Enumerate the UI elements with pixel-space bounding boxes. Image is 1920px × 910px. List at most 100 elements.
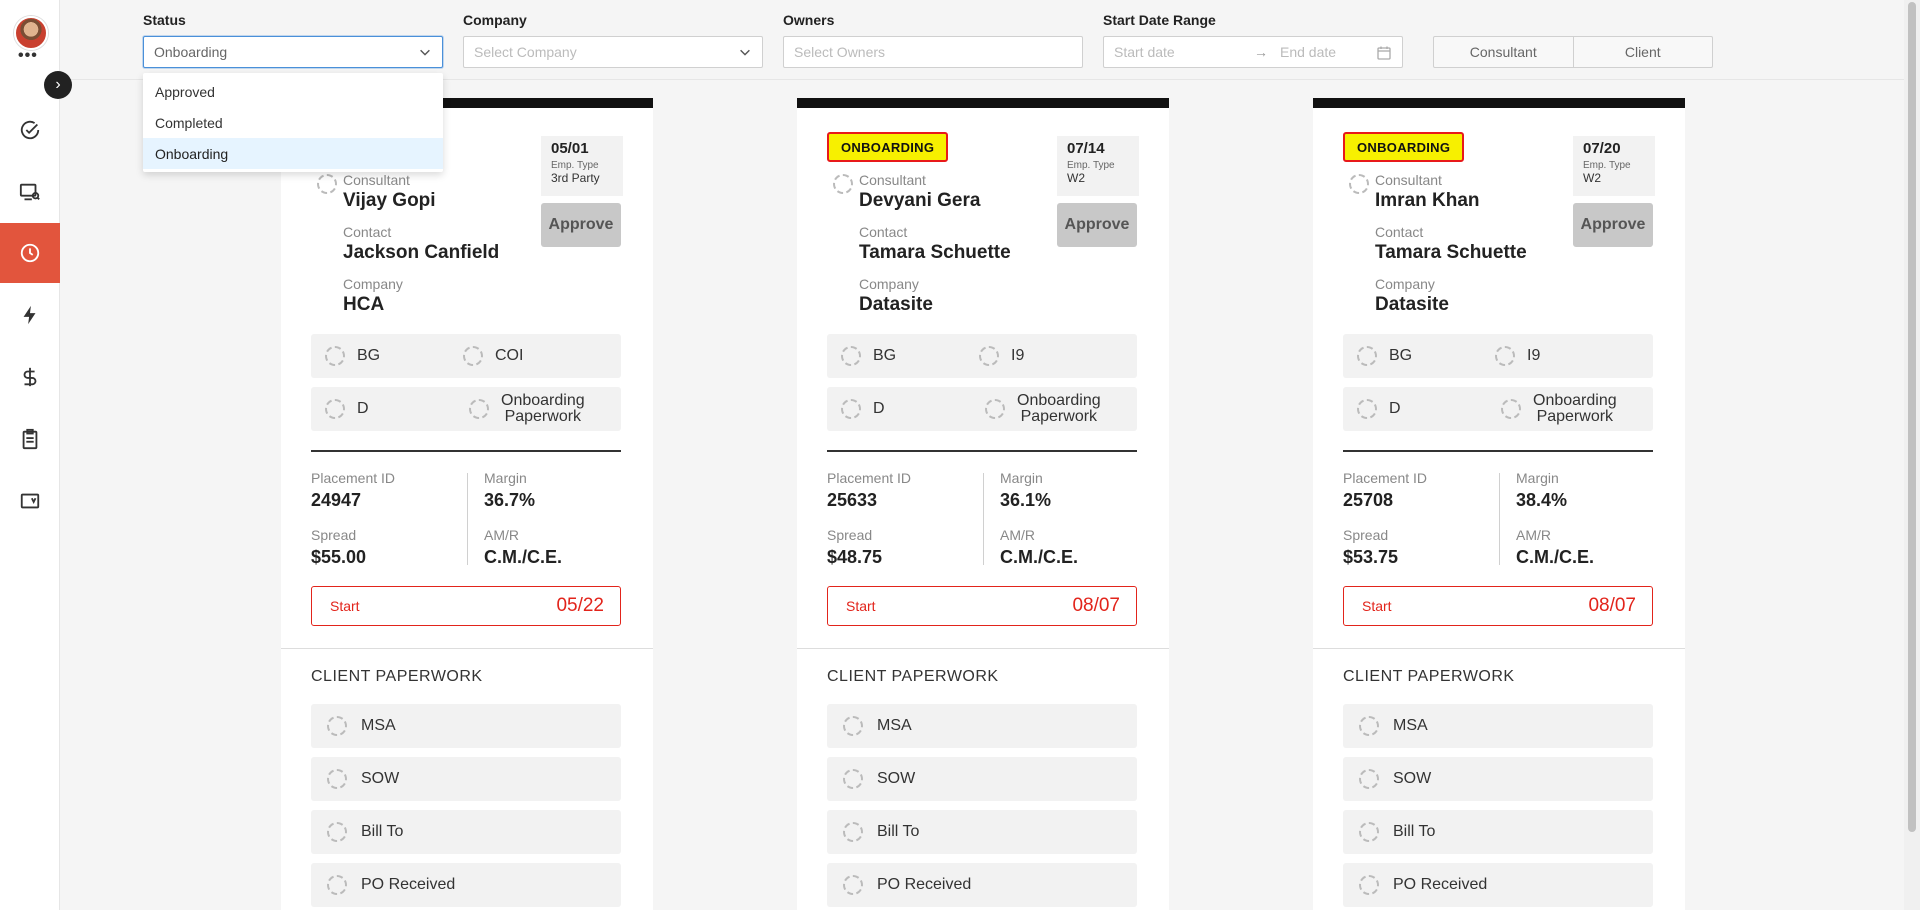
nav-billing[interactable]: [0, 347, 60, 407]
owners-select-placeholder: Select Owners: [794, 44, 886, 60]
book-icon: [20, 493, 40, 509]
checklist-row: BG I9: [1343, 334, 1653, 378]
status-select[interactable]: Onboarding: [143, 36, 443, 68]
check-circle-icon: [843, 875, 863, 895]
placement-card[interactable]: ONBOARDING 07/20 Emp. Type W2 Approve Co…: [1313, 98, 1685, 910]
more-options-icon[interactable]: •••: [18, 48, 38, 64]
checklist-row: BG I9: [827, 334, 1137, 378]
check-item-bg[interactable]: BG: [325, 334, 380, 378]
consultant-name: Devyani Gera: [859, 190, 981, 211]
check-circle-icon: [463, 346, 483, 366]
paperwork-label: MSA: [361, 717, 396, 734]
consultant-check-icon[interactable]: [833, 174, 853, 194]
check-item[interactable]: COI: [463, 334, 523, 378]
check-item-d[interactable]: D: [1357, 387, 1401, 431]
approve-button[interactable]: Approve: [1573, 203, 1653, 247]
check-label: BG: [873, 347, 897, 364]
check-item[interactable]: I9: [1495, 334, 1540, 378]
lightning-icon: [23, 305, 36, 325]
owners-select[interactable]: Select Owners: [783, 36, 1083, 68]
check-item-bg[interactable]: BG: [841, 334, 896, 378]
paperwork-item-po-received[interactable]: PO Received: [827, 863, 1137, 907]
status-option-approved[interactable]: Approved: [143, 76, 443, 107]
paperwork-label: SOW: [1393, 770, 1432, 787]
nav-actions[interactable]: [0, 285, 60, 345]
consultant-check-icon[interactable]: [1349, 174, 1369, 194]
date-box: 07/20 Emp. Type W2: [1573, 136, 1655, 196]
clock-icon: [20, 243, 40, 263]
scrollbar-thumb[interactable]: [1908, 2, 1916, 832]
consultant-check-icon[interactable]: [317, 174, 337, 194]
placement-card[interactable]: ONBOARDING 05/01 Emp. Type 3rd Party App…: [281, 98, 653, 910]
checklist-row: D Onboarding Paperwork: [1343, 387, 1653, 431]
calendar-icon: [1377, 46, 1391, 60]
paperwork-item-msa[interactable]: MSA: [311, 704, 621, 748]
nav-timesheets[interactable]: [0, 223, 60, 283]
placement-id-label: Placement ID: [1343, 470, 1428, 486]
check-item-onboarding-paperwork[interactable]: Onboarding Paperwork: [1501, 387, 1617, 431]
status-select-value: Onboarding: [154, 44, 228, 60]
chevron-down-icon: [420, 49, 430, 56]
user-avatar[interactable]: [14, 16, 48, 50]
contact-name: Jackson Canfield: [343, 242, 500, 263]
date-range-arrow: →: [1254, 44, 1268, 60]
paperwork-label: SOW: [361, 770, 400, 787]
paperwork-item-bill-to[interactable]: Bill To: [827, 810, 1137, 854]
paperwork-item-sow[interactable]: SOW: [827, 757, 1137, 801]
paperwork-item-msa[interactable]: MSA: [1343, 704, 1653, 748]
check-circle-icon: [843, 769, 863, 789]
end-date-input[interactable]: End date: [1280, 44, 1336, 60]
status-option-completed[interactable]: Completed: [143, 107, 443, 138]
start-date-value: 08/07: [1072, 595, 1120, 616]
check-item-d[interactable]: D: [841, 387, 885, 431]
status-dropdown-menu: Approved Completed Onboarding: [143, 73, 443, 172]
paperwork-item-bill-to[interactable]: Bill To: [311, 810, 621, 854]
consultant-label: Consultant: [343, 172, 410, 188]
paperwork-item-sow[interactable]: SOW: [311, 757, 621, 801]
amr-value: C.M./C.E.: [484, 547, 563, 567]
emp-type-value: W2: [1583, 171, 1601, 185]
check-circle-icon: [843, 716, 863, 736]
consultant-name: Imran Khan: [1375, 190, 1480, 211]
paperwork-item-po-received[interactable]: PO Received: [311, 863, 621, 907]
contact-label: Contact: [859, 224, 908, 240]
nav-docs[interactable]: [0, 471, 60, 531]
start-date-input[interactable]: Start date: [1114, 44, 1234, 60]
check-item-d[interactable]: D: [325, 387, 369, 431]
check-item-onboarding-paperwork[interactable]: Onboarding Paperwork: [985, 387, 1101, 431]
company-select[interactable]: Select Company: [463, 36, 763, 68]
check-item[interactable]: I9: [979, 334, 1024, 378]
margin-value: 38.4%: [1516, 490, 1568, 510]
consultant-name: Vijay Gopi: [343, 190, 436, 211]
nav-tasks[interactable]: [0, 100, 60, 160]
check-item-bg[interactable]: BG: [1357, 334, 1412, 378]
paperwork-label: MSA: [1393, 717, 1428, 734]
check-label: D: [357, 400, 369, 417]
check-circle-icon: [1501, 399, 1521, 419]
paperwork-label: MSA: [877, 717, 912, 734]
placement-card[interactable]: ONBOARDING 07/14 Emp. Type W2 Approve Co…: [797, 98, 1169, 910]
company-label: Company: [1375, 276, 1435, 292]
paperwork-item-msa[interactable]: MSA: [827, 704, 1137, 748]
check-item-onboarding-paperwork[interactable]: Onboarding Paperwork: [469, 387, 585, 431]
approve-button[interactable]: Approve: [541, 203, 621, 247]
status-option-onboarding[interactable]: Onboarding: [143, 138, 443, 169]
expand-sidebar-button[interactable]: ›: [44, 71, 72, 99]
amr-label: AM/R: [1000, 527, 1035, 543]
paperwork-item-sow[interactable]: SOW: [1343, 757, 1653, 801]
paperwork-label: Bill To: [1393, 823, 1436, 840]
paperwork-label: Bill To: [877, 823, 920, 840]
date-range-picker[interactable]: Start date → End date: [1103, 36, 1403, 68]
page-scrollbar[interactable]: [1904, 0, 1920, 910]
paperwork-item-bill-to[interactable]: Bill To: [1343, 810, 1653, 854]
consultant-view-button[interactable]: Consultant: [1434, 37, 1573, 67]
start-date-box: Start 05/22: [311, 586, 621, 626]
card-section-divider: [281, 648, 653, 649]
paperwork-item-po-received[interactable]: PO Received: [1343, 863, 1653, 907]
start-label: Start: [330, 598, 360, 614]
nav-reports[interactable]: [0, 409, 60, 469]
approve-button[interactable]: Approve: [1057, 203, 1137, 247]
nav-screens[interactable]: [0, 162, 60, 222]
client-view-button[interactable]: Client: [1572, 37, 1713, 67]
check-label: I9: [1011, 347, 1025, 364]
